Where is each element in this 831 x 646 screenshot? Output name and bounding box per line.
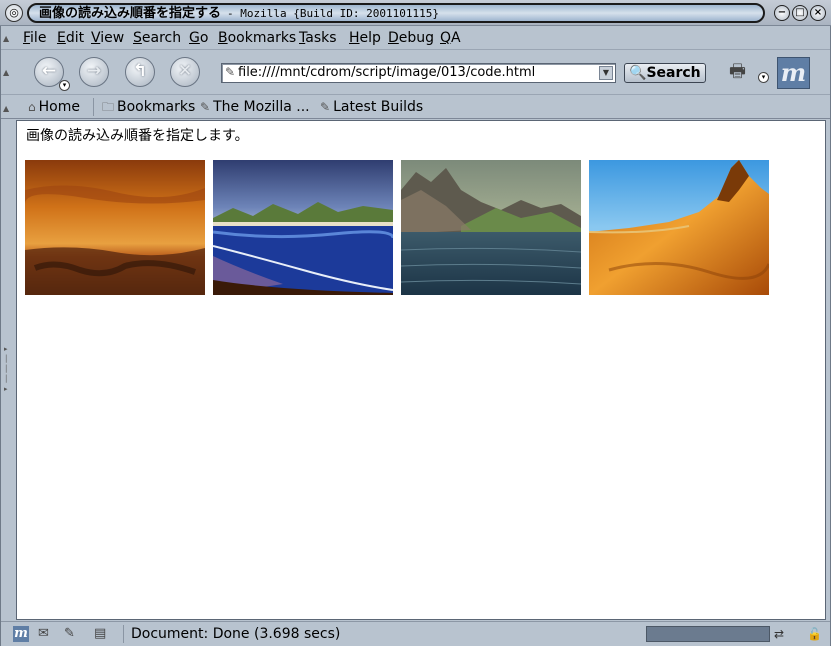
menu-go-label: o xyxy=(199,30,209,46)
menu-bookmarks[interactable]: Bookmarks xyxy=(218,29,296,47)
online-connection-icon[interactable]: ⇄ xyxy=(774,626,784,642)
bookmark-link-icon: ✎ xyxy=(320,100,331,114)
menu-qa-mnemonic: Q xyxy=(440,30,452,46)
menu-help-label: elp xyxy=(359,30,381,46)
bookmark-the-mozilla[interactable]: ✎ The Mozilla ... xyxy=(200,98,310,116)
persbar-grip-icon[interactable]: ▲ xyxy=(3,104,13,113)
print-dropdown-icon[interactable]: ▾ xyxy=(758,72,769,83)
url-text[interactable]: file:////mnt/cdrom/script/image/013/code… xyxy=(238,65,535,81)
print-button[interactable]: 🖶 xyxy=(729,59,759,85)
minimize-icon[interactable]: − xyxy=(774,5,790,21)
menu-tasks[interactable]: Tasks xyxy=(299,29,337,47)
status-separator xyxy=(123,625,124,643)
folder-icon: 🗀 xyxy=(102,100,115,114)
menu-help[interactable]: Help xyxy=(349,29,381,47)
reload-icon: ↰ xyxy=(132,61,148,81)
mozilla-logo-icon[interactable]: m xyxy=(777,57,810,89)
page-text: 画像の読み込み順番を指定します。 xyxy=(26,128,249,144)
composer-icon[interactable]: ✎ xyxy=(64,626,75,642)
sidebar-toggle-icon[interactable]: ▸ │ │ │ ▸ xyxy=(4,344,13,404)
landscape-image-2 xyxy=(213,160,393,295)
menu-edit-label: dit xyxy=(65,30,85,46)
bookmarks-label: Bookmarks xyxy=(117,99,196,115)
printer-icon: 🖶 xyxy=(729,61,746,82)
landscape-image-4 xyxy=(589,160,769,295)
url-history-dropdown-icon[interactable]: ▼ xyxy=(599,66,613,80)
bookmark-latest-builds-label: Latest Builds xyxy=(333,99,424,115)
navigation-toolbar: ▲ ← ▾ → ↰ ✕ ✎ file:////mnt/cdrom/script/… xyxy=(1,50,830,95)
address-book-icon[interactable]: ▤ xyxy=(94,626,106,642)
navbar-grip-icon[interactable]: ▲ xyxy=(3,68,13,77)
security-lock-icon[interactable]: 🔓 xyxy=(807,626,822,642)
menu-file-label: ile xyxy=(30,30,47,46)
reload-button[interactable]: ↰ xyxy=(125,57,155,87)
toolbar-separator xyxy=(93,98,94,116)
back-dropdown-icon[interactable]: ▾ xyxy=(59,80,70,91)
menu-go[interactable]: Go xyxy=(189,29,208,47)
status-text: Document: Done (3.698 secs) xyxy=(131,626,341,642)
window-title-build: - Mozilla {Build ID: 2001101115} xyxy=(227,7,439,20)
window-title-text: 画像の読み込み順番を指定する xyxy=(39,6,222,21)
bookmark-the-mozilla-label: The Mozilla ... xyxy=(213,99,310,115)
menu-debug-mnemonic: D xyxy=(388,30,399,46)
menu-edit[interactable]: Edit xyxy=(57,29,84,47)
window-title: 画像の読み込み順番を指定する - Mozilla {Build ID: 20011… xyxy=(27,3,765,23)
window-menu-icon[interactable]: ◎ xyxy=(5,4,23,22)
maximize-icon[interactable]: □ xyxy=(792,5,808,21)
home-label: Home xyxy=(38,99,80,115)
menu-bookmarks-label: ookmarks xyxy=(227,30,297,46)
menu-qa[interactable]: QA xyxy=(440,29,461,47)
menu-debug-label: ebug xyxy=(398,30,435,46)
menu-view-mnemonic: V xyxy=(91,30,101,46)
menu-search[interactable]: Search xyxy=(133,29,181,47)
page-proxy-icon[interactable]: ✎ xyxy=(225,65,235,79)
forward-button[interactable]: → xyxy=(79,57,109,87)
menu-bookmarks-mnemonic: B xyxy=(218,30,228,46)
menu-tasks-label: asks xyxy=(305,30,337,46)
menubar-grip-icon[interactable]: ▲ xyxy=(3,34,13,43)
menu-edit-mnemonic: E xyxy=(57,30,66,46)
landscape-image-1 xyxy=(25,160,205,295)
landscape-image-3 xyxy=(401,160,581,295)
menu-file[interactable]: File xyxy=(23,29,46,47)
menu-search-mnemonic: S xyxy=(133,30,142,46)
menu-bar: ▲ File Edit View Search Go Bookmarks Tas… xyxy=(1,26,830,50)
menu-debug[interactable]: Debug xyxy=(388,29,434,47)
menu-go-mnemonic: G xyxy=(189,30,200,46)
navigator-icon[interactable]: m xyxy=(13,626,29,642)
menu-view[interactable]: View xyxy=(91,29,124,47)
url-field[interactable]: ✎ file:////mnt/cdrom/script/image/013/co… xyxy=(221,63,616,83)
menu-view-label: iew xyxy=(100,30,125,46)
search-button-label: Search xyxy=(646,65,701,81)
bookmarks-button[interactable]: 🗀 Bookmarks xyxy=(102,98,195,116)
mail-icon[interactable]: ✉ xyxy=(38,626,49,642)
menu-file-mnemonic: F xyxy=(23,30,31,46)
menu-help-mnemonic: H xyxy=(349,30,360,46)
close-window-icon[interactable]: × xyxy=(810,5,826,21)
bookmark-link-icon: ✎ xyxy=(200,100,211,114)
status-bar: m ✉ ✎ ▤ Document: Done (3.698 secs) ⇄ 🔓 xyxy=(1,621,830,645)
stop-icon: ✕ xyxy=(177,61,193,81)
progress-meter xyxy=(646,626,770,642)
back-arrow-icon: ← xyxy=(41,61,57,81)
stop-button[interactable]: ✕ xyxy=(170,57,200,87)
menu-search-label: earch xyxy=(141,30,182,46)
menu-qa-label: A xyxy=(451,30,461,46)
page-content: 画像の読み込み順番を指定します。 xyxy=(16,120,826,620)
browser-window: ▲ File Edit View Search Go Bookmarks Tas… xyxy=(0,26,831,646)
home-icon: ⌂ xyxy=(28,100,36,114)
bookmark-latest-builds[interactable]: ✎ Latest Builds xyxy=(320,98,423,116)
personal-toolbar: ▲ ⌂ Home 🗀 Bookmarks ✎ The Mozilla ... ✎ Lat… xyxy=(1,95,830,119)
magnifier-icon: 🔍 xyxy=(629,65,647,81)
forward-arrow-icon: → xyxy=(86,61,102,81)
title-bar[interactable]: ◎ 画像の読み込み順番を指定する - Mozilla {Build ID: 200… xyxy=(0,0,831,26)
home-button[interactable]: ⌂ Home xyxy=(28,98,80,116)
search-button[interactable]: 🔍Search xyxy=(624,63,706,83)
